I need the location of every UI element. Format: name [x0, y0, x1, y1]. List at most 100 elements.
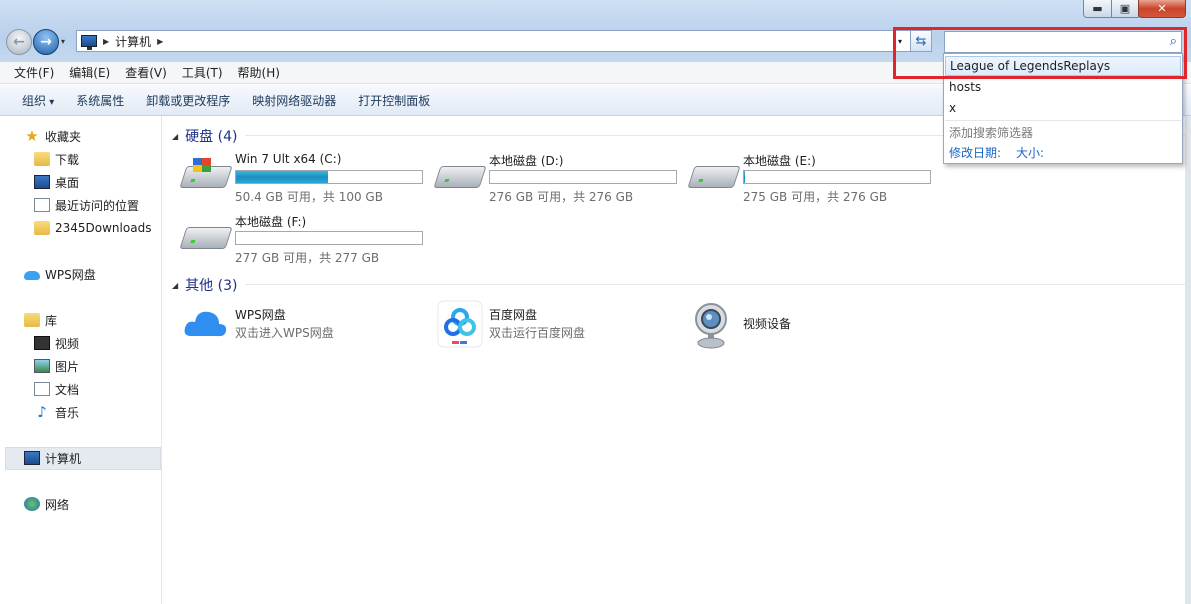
- sidebar-item-network[interactable]: 网络: [24, 494, 69, 514]
- back-button[interactable]: ←: [6, 29, 32, 55]
- sidebar-item-downloads[interactable]: 下载: [34, 149, 79, 169]
- group-header-other[interactable]: ◢ 其他 (3): [172, 275, 237, 295]
- drive-name: Win 7 Ult x64 (C:): [235, 152, 342, 166]
- drive-name: 本地磁盘 (F:): [235, 215, 307, 229]
- item-name: 百度网盘: [489, 308, 538, 322]
- search-suggestions: League of LegendsReplays hosts x 添加搜索筛选器…: [943, 53, 1183, 164]
- computer-icon: [24, 451, 40, 465]
- navigation-pane: ★ 收藏夹 下载 桌面 最近访问的位置 2345Downloads WPS网盘 …: [0, 116, 162, 604]
- suggestion-item[interactable]: x: [945, 98, 1181, 118]
- item-wps-cloud[interactable]: WPS网盘 双击进入WPS网盘: [183, 300, 433, 350]
- video-icon: [34, 336, 50, 350]
- sidebar-item-label: 2345Downloads: [55, 221, 152, 235]
- drive-name: 本地磁盘 (D:): [489, 154, 564, 168]
- sidebar-item-label: 计算机: [45, 451, 82, 466]
- sidebar-item-desktop[interactable]: 桌面: [34, 172, 79, 192]
- maximize-button[interactable]: ▣: [1111, 0, 1139, 18]
- back-arrow-icon: ←: [13, 34, 25, 50]
- sidebar-item-label: 网络: [45, 497, 70, 512]
- sidebar-item-2345downloads[interactable]: 2345Downloads: [34, 218, 151, 238]
- search-box[interactable]: ⌕: [944, 31, 1182, 53]
- cloud-icon: [24, 271, 40, 280]
- sidebar-item-documents[interactable]: 文档: [34, 379, 79, 399]
- drive-usage-bar: [235, 231, 423, 245]
- item-video-device[interactable]: 视频设备: [691, 300, 941, 350]
- map-network-drive-button[interactable]: 映射网络驱动器: [252, 92, 336, 109]
- close-icon: ✕: [1157, 2, 1167, 15]
- refresh-button[interactable]: ⇆: [910, 30, 932, 52]
- group-header-drives[interactable]: ◢ 硬盘 (4): [172, 126, 237, 146]
- breadcrumb-computer[interactable]: 计算机: [115, 33, 151, 50]
- desktop-icon: [34, 175, 50, 189]
- filter-date-modified-link[interactable]: 修改日期:: [949, 144, 1001, 161]
- drive-usage-fill: [236, 171, 329, 183]
- menu-tools[interactable]: 工具(T): [174, 64, 230, 81]
- divider: [945, 120, 1181, 121]
- sidebar-item-libraries[interactable]: 库: [24, 310, 57, 330]
- menu-edit[interactable]: 编辑(E): [61, 64, 117, 81]
- breadcrumb-separator[interactable]: ▶: [103, 37, 109, 46]
- sidebar-item-recent-places[interactable]: 最近访问的位置: [34, 195, 139, 215]
- sidebar-item-label: WPS网盘: [45, 267, 96, 282]
- sidebar-item-label: 桌面: [55, 175, 80, 190]
- sidebar-item-label: 库: [45, 313, 58, 328]
- item-baidu-netdisk[interactable]: 百度网盘 双击运行百度网盘: [437, 300, 687, 350]
- drive-c[interactable]: Win 7 Ult x64 (C:) 50.4 GB 可用，共 100 GB: [179, 152, 433, 208]
- sidebar-item-favorites[interactable]: ★ 收藏夹: [24, 126, 81, 146]
- suggestion-item[interactable]: League of LegendsReplays: [945, 56, 1181, 76]
- group-title: 硬盘 (4): [185, 129, 238, 145]
- sidebar-item-wps[interactable]: WPS网盘: [24, 264, 96, 284]
- organize-button[interactable]: 组织: [22, 92, 54, 109]
- drive-usage-fill: [744, 171, 745, 183]
- breadcrumb-separator[interactable]: ▶: [157, 37, 163, 46]
- item-name: 视频设备: [743, 317, 792, 331]
- search-input[interactable]: [945, 32, 1155, 52]
- sidebar-item-music[interactable]: ♪ 音乐: [34, 402, 79, 422]
- item-description: 双击进入WPS网盘: [235, 326, 334, 340]
- suggestion-item[interactable]: hosts: [945, 77, 1181, 97]
- forward-button[interactable]: →: [33, 29, 59, 55]
- right-edge: [1185, 116, 1191, 604]
- drive-space-info: 50.4 GB 可用，共 100 GB: [235, 190, 383, 204]
- group-title: 其他 (3): [185, 278, 238, 294]
- folder-icon: [34, 221, 50, 235]
- document-icon: [34, 382, 50, 396]
- address-bar[interactable]: ▶ 计算机 ▶ ▾ ⇆: [76, 30, 932, 52]
- recent-pages-dropdown[interactable]: ▾: [61, 37, 65, 46]
- sidebar-item-pictures[interactable]: 图片: [34, 356, 79, 376]
- baidu-netdisk-icon: [437, 300, 483, 348]
- menu-view[interactable]: 查看(V): [117, 64, 174, 81]
- close-button[interactable]: ✕: [1138, 0, 1186, 18]
- sidebar-item-videos[interactable]: 视频: [34, 333, 79, 353]
- system-properties-button[interactable]: 系统属性: [76, 92, 124, 109]
- address-dropdown[interactable]: ▾: [892, 33, 908, 49]
- library-icon: [24, 313, 40, 327]
- filter-size-link[interactable]: 大小:: [1016, 144, 1044, 161]
- minimize-button[interactable]: ▬: [1083, 0, 1112, 18]
- sidebar-item-label: 下载: [55, 152, 80, 167]
- drive-f[interactable]: 本地磁盘 (F:) 277 GB 可用，共 277 GB: [179, 213, 433, 269]
- sidebar-item-label: 最近访问的位置: [55, 198, 140, 213]
- drive-space-info: 276 GB 可用，共 276 GB: [489, 190, 634, 204]
- uninstall-program-button[interactable]: 卸载或更改程序: [146, 92, 230, 109]
- drive-e[interactable]: 本地磁盘 (E:) 275 GB 可用，共 276 GB: [687, 152, 941, 208]
- drive-space-info: 275 GB 可用，共 276 GB: [743, 190, 888, 204]
- drive-d[interactable]: 本地磁盘 (D:) 276 GB 可用，共 276 GB: [433, 152, 687, 208]
- search-icon[interactable]: ⌕: [1170, 34, 1177, 49]
- menu-help[interactable]: 帮助(H): [230, 64, 287, 81]
- item-name: WPS网盘: [235, 308, 286, 322]
- network-icon: [24, 497, 40, 511]
- drive-space-info: 277 GB 可用，共 277 GB: [235, 251, 380, 265]
- music-note-icon: ♪: [37, 403, 47, 421]
- recent-places-icon: [34, 198, 50, 212]
- menu-file[interactable]: 文件(F): [0, 64, 61, 81]
- hard-drive-icon: [179, 227, 233, 249]
- maximize-icon: ▣: [1119, 2, 1131, 15]
- drive-usage-bar: [235, 170, 423, 184]
- sidebar-item-label: 视频: [55, 336, 80, 351]
- hard-drive-icon: [433, 166, 487, 188]
- webcam-icon: [695, 303, 727, 349]
- group-divider: [245, 284, 1185, 285]
- open-control-panel-button[interactable]: 打开控制面板: [358, 92, 430, 109]
- sidebar-item-computer[interactable]: 计算机: [24, 448, 81, 468]
